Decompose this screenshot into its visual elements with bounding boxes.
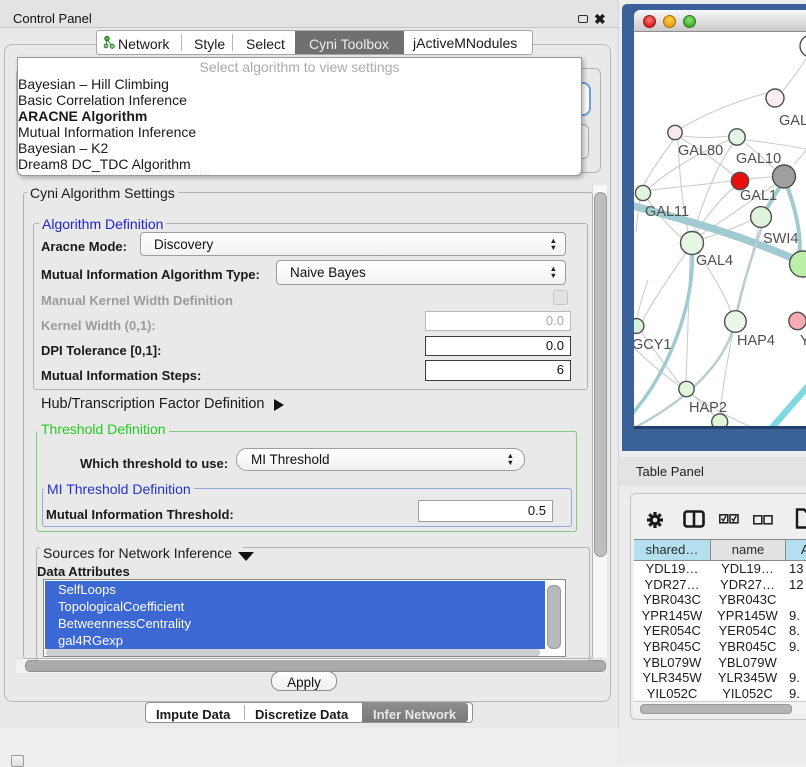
svg-text:GAL11: GAL11	[645, 204, 689, 220]
svg-text:SWI4: SWI4	[763, 231, 798, 247]
svg-text:GAL10: GAL10	[736, 151, 781, 167]
svg-text:GAL1: GAL1	[740, 188, 777, 204]
svg-text:GAL4: GAL4	[696, 253, 733, 269]
svg-text:GAL80: GAL80	[779, 113, 806, 129]
svg-text:GAL80: GAL80	[678, 143, 723, 159]
svg-text:HAP2: HAP2	[689, 400, 727, 416]
svg-text:HAP4: HAP4	[737, 333, 775, 349]
svg-text:Y: Y	[800, 333, 806, 349]
svg-text:GCY1: GCY1	[634, 337, 672, 353]
